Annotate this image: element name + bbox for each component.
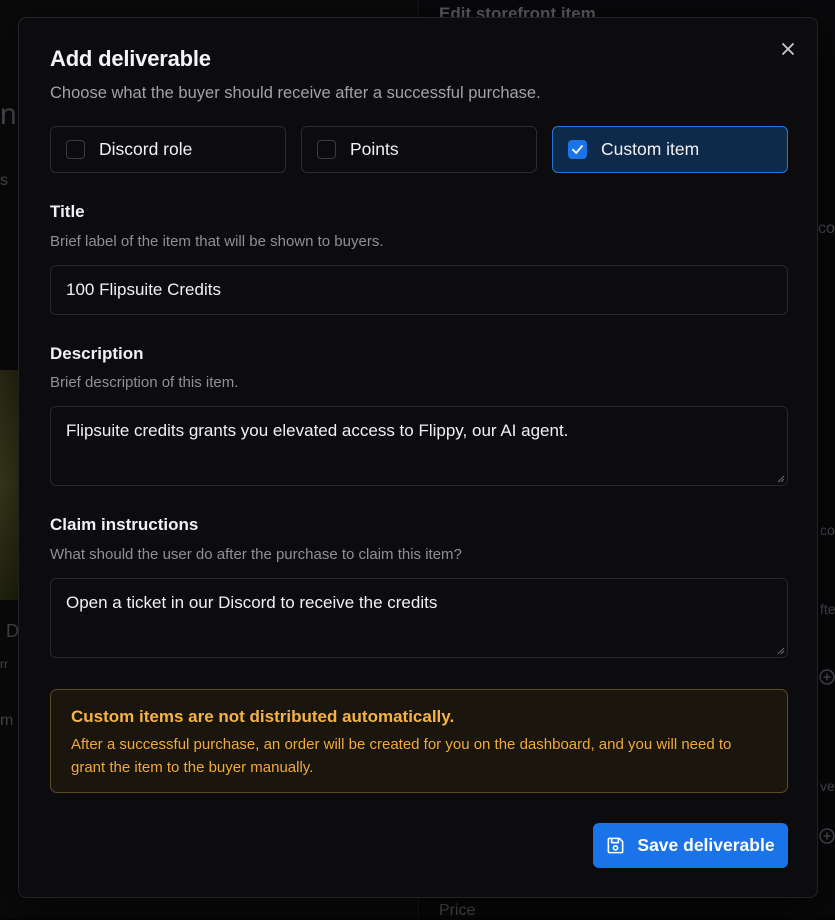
claim-instructions-textarea[interactable]: Open a ticket in our Discord to receive … [50,578,788,658]
resize-grip-icon[interactable] [777,475,785,483]
background-fragment: fte [820,601,835,617]
close-button[interactable] [777,38,799,60]
close-icon[interactable] [781,42,795,56]
deliverable-type-group: Discord role Points Custom item [50,126,788,173]
claim-instructions-label: Claim instructions [50,515,198,535]
dialog-title: Add deliverable [50,46,211,72]
deliverable-type-discord-role[interactable]: Discord role [50,126,286,173]
checkmark-icon [571,143,584,156]
claim-instructions-help-text: What should the user do after the purcha… [50,546,462,563]
deliverable-type-custom-item[interactable]: Custom item [552,126,788,173]
discord-role-checkbox[interactable] [66,140,85,159]
background-fragment: m [0,712,13,730]
description-help-text: Brief description of this item. [50,374,238,391]
description-label: Description [50,344,144,364]
add-deliverable-dialog: Add deliverable Choose what the buyer sh… [18,17,818,898]
background-fragment: s [0,172,8,190]
background-fragment: co [820,522,835,538]
title-label: Title [50,202,85,222]
resize-grip-icon[interactable] [777,647,785,655]
background-fragment: co [818,220,835,238]
background-add-icon [818,668,835,686]
description-textarea-value: Flipsuite credits grants you elevated ac… [66,421,568,440]
background-price-label: Price [439,902,475,920]
claim-instructions-textarea-value: Open a ticket in our Discord to receive … [66,593,437,612]
custom-item-warning: Custom items are not distributed automat… [50,689,788,793]
warning-title: Custom items are not distributed automat… [71,707,767,727]
title-input-value: 100 Flipsuite Credits [66,280,221,300]
background-image [0,370,18,600]
deliverable-type-points[interactable]: Points [301,126,537,173]
background-fragment: rr [0,657,8,671]
save-icon [606,836,625,855]
points-checkbox[interactable] [317,140,336,159]
deliverable-type-label: Discord role [99,139,192,160]
title-input[interactable]: 100 Flipsuite Credits [50,265,788,315]
deliverable-type-label: Custom item [601,139,699,160]
dialog-subtitle: Choose what the buyer should receive aft… [50,84,541,103]
save-deliverable-button[interactable]: Save deliverable [593,823,788,868]
save-deliverable-label: Save deliverable [637,835,774,856]
background-fragment: ver [820,778,835,794]
deliverable-type-label: Points [350,139,399,160]
custom-item-checkbox[interactable] [568,140,587,159]
title-help-text: Brief label of the item that will be sho… [50,233,384,250]
description-textarea[interactable]: Flipsuite credits grants you elevated ac… [50,406,788,486]
background-add-icon [818,827,835,845]
warning-body: After a successful purchase, an order wi… [71,733,767,779]
background-fragment: n [0,98,17,132]
